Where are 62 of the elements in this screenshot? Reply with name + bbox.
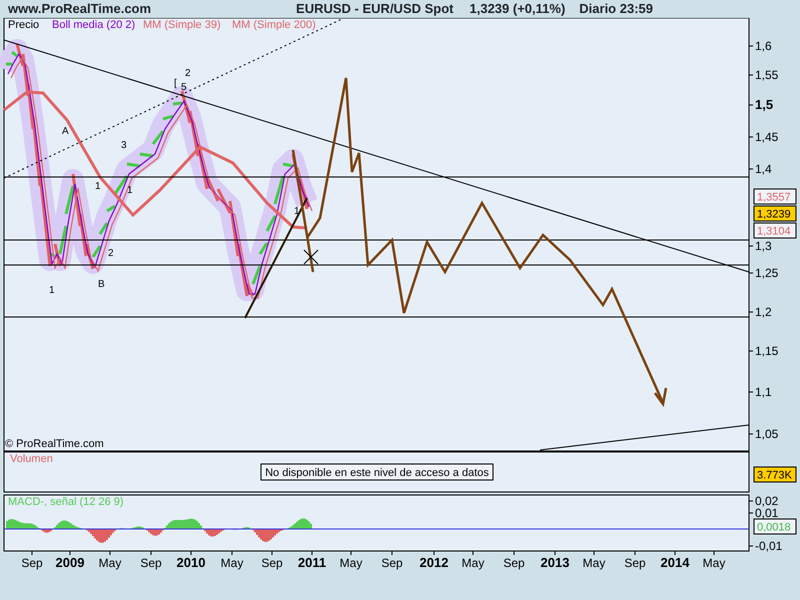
axis-tick-label: May [340, 556, 362, 570]
axis-tick-label: 2010 [176, 555, 206, 570]
legend-label: Precio [8, 19, 40, 31]
panel-title: MACD-, señal (12 26 9) [8, 496, 124, 508]
wave-label: 1 [294, 206, 300, 217]
price-quote: 1,3239 (+0,11%) [470, 0, 566, 18]
axis-tick-label: 1,15 [755, 344, 778, 358]
wave-label: A [62, 126, 69, 137]
unavailable-notice: No disponible en este nivel de acceso a datos [260, 464, 494, 480]
axis-tick-label: Sep [140, 556, 162, 570]
axis-tick-label: 2013 [540, 555, 570, 570]
axis-tick-label: 1,3 [755, 239, 772, 253]
wave-label: [ [174, 78, 177, 89]
cross-mark-icon [304, 250, 318, 264]
wave-label: 3 [121, 140, 127, 151]
symbol-title: EURUSD - EUR/USD Spot [296, 0, 454, 18]
axis-tick-label: Sep [624, 556, 646, 570]
axis-tick-label: Sep [503, 556, 525, 570]
legend-label: MM (Simple 200) [232, 19, 316, 31]
axis-tick-label: 1,45 [755, 130, 778, 144]
axis-tick-label: 2014 [660, 555, 690, 570]
copyright-text: © ProRealTime.com [5, 438, 104, 450]
axis-ticks [748, 500, 754, 546]
wave-label: B [98, 279, 105, 290]
axis-tick-label: 2012 [420, 555, 448, 570]
wave-label: 1 [95, 181, 101, 192]
wave-label: 5 [181, 82, 187, 93]
panel-title: Volumen [10, 453, 53, 465]
timeframe-label: Diario 23:59 [579, 0, 653, 18]
axis-tick-label: 0,01 [755, 506, 778, 520]
axis-tick-label: May [582, 556, 606, 570]
axis-tick-label: 1,1 [755, 385, 772, 399]
axis-tick-label: May [220, 556, 244, 570]
wave-label: 2 [185, 68, 191, 79]
axis-tick-label: Sep [261, 556, 283, 570]
axis-tick-label: Sep [381, 556, 403, 570]
price-badge: 1,3104 [754, 222, 796, 238]
axis-tick-label: May [462, 556, 484, 570]
wave-label: 1 [49, 285, 55, 296]
axis-tick-label: 1,6 [755, 39, 772, 53]
axis-tick-label: 1,2 [755, 305, 772, 319]
wave-label: 1 [127, 185, 133, 196]
legend-label: Boll media (20 2) [52, 19, 136, 31]
axis-tick-label: Sep [21, 556, 43, 570]
price-badge: 1,3239 [754, 206, 796, 222]
macd-badge: 0,0018 [754, 518, 796, 534]
site-name: www.ProRealTime.com [8, 0, 152, 18]
axis-tick-label: 0,02 [755, 494, 778, 508]
axis-tick-label: 1,25 [755, 266, 778, 280]
axis-tick-label: May [702, 556, 726, 570]
volume-badge: 3.773K [754, 466, 796, 482]
wave-label: 2 [108, 248, 114, 259]
price-badge: 1,3557 [754, 188, 796, 204]
axis-tick-label: 2009 [56, 555, 84, 570]
axis-tick-label: 1,4 [755, 162, 772, 176]
axis-tick-label: May [98, 556, 122, 570]
axis-tick-label: 2011 [298, 555, 326, 570]
legend-label: MM (Simple 39) [143, 19, 221, 31]
axis-tick-label: -0,01 [755, 539, 782, 553]
axis-tick-label: 1,5 [755, 97, 774, 112]
axis-tick-label: 1,55 [755, 68, 778, 82]
axis-tick-label: 1,05 [755, 427, 778, 441]
